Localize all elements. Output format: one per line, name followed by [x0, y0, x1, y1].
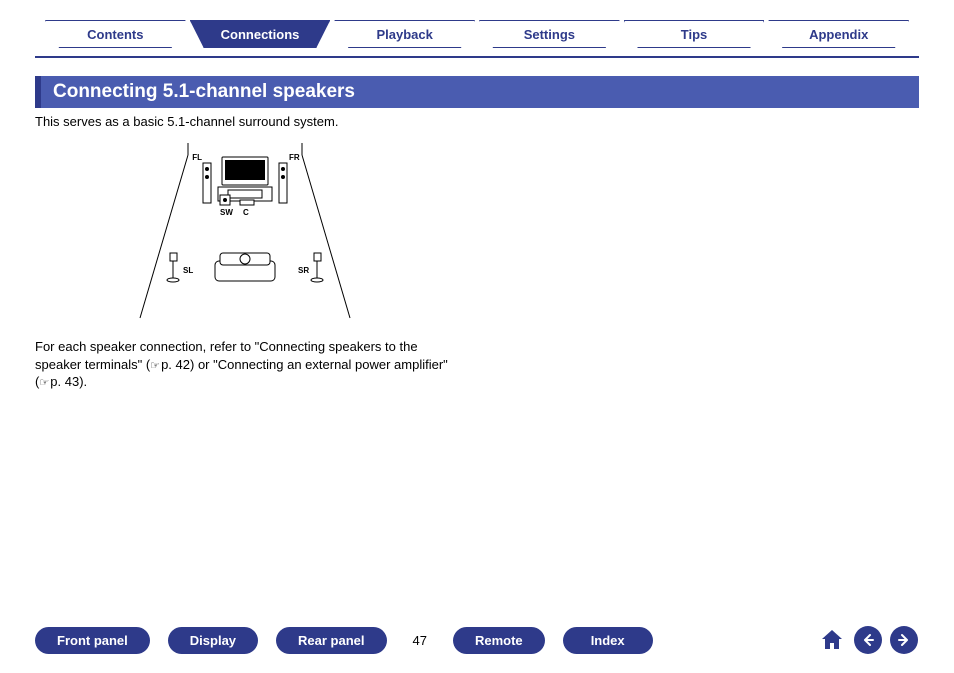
page-number: 47: [405, 633, 435, 648]
link-ref-icon: ☞: [150, 360, 161, 372]
tab-playback[interactable]: Playback: [334, 20, 475, 48]
tab-settings[interactable]: Settings: [479, 20, 620, 48]
rear-panel-button[interactable]: Rear panel: [276, 627, 386, 654]
next-page-icon[interactable]: [889, 625, 919, 655]
label-sl: SL: [183, 266, 193, 275]
page-ref-1[interactable]: p. 42: [161, 357, 190, 372]
footer-bar: Front panel Display Rear panel 47 Remote…: [0, 625, 954, 655]
link-ref-icon: ☞: [39, 377, 50, 389]
page-ref-2[interactable]: p. 43: [50, 374, 79, 389]
tab-appendix[interactable]: Appendix: [768, 20, 909, 48]
remote-button[interactable]: Remote: [453, 627, 545, 654]
speaker-layout-diagram: FL FR SW C SL SR: [35, 143, 455, 328]
top-nav-tabs: Contents Connections Playback Settings T…: [35, 20, 919, 48]
label-c: C: [243, 208, 249, 217]
home-icon[interactable]: [817, 625, 847, 655]
prev-page-icon[interactable]: [853, 625, 883, 655]
index-button[interactable]: Index: [563, 627, 653, 654]
label-sw: SW: [220, 208, 233, 217]
section-heading: Connecting 5.1-channel speakers: [35, 76, 919, 108]
label-fl: FL: [192, 153, 202, 162]
tab-contents[interactable]: Contents: [45, 20, 186, 48]
tab-connections[interactable]: Connections: [190, 20, 331, 48]
intro-text: This serves as a basic 5.1-channel surro…: [35, 114, 919, 129]
display-button[interactable]: Display: [168, 627, 258, 654]
label-sr: SR: [298, 266, 309, 275]
front-panel-button[interactable]: Front panel: [35, 627, 150, 654]
tab-tips[interactable]: Tips: [624, 20, 765, 48]
body-paragraph: For each speaker connection, refer to "C…: [35, 338, 455, 391]
label-fr: FR: [289, 153, 300, 162]
body-text-3: ).: [79, 374, 87, 389]
nav-underline: [35, 56, 919, 58]
